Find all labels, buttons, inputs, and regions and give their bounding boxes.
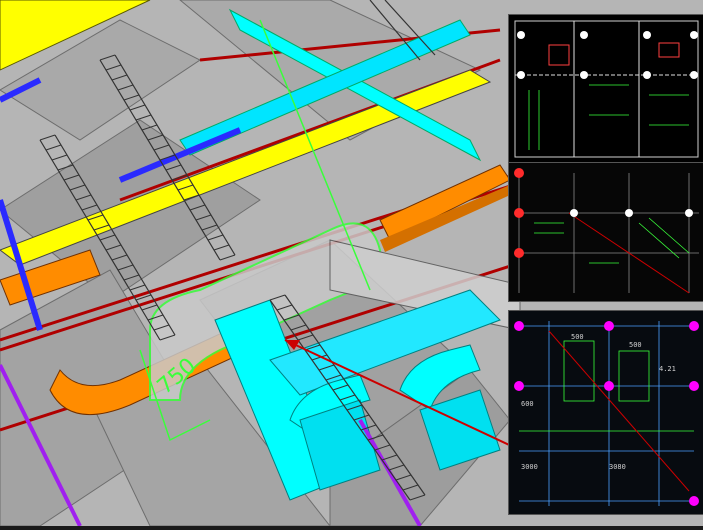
drawing-panel-2[interactable]	[508, 162, 703, 302]
drawing-1-lines	[509, 15, 703, 163]
drawing-panel-3[interactable]: 500 3080 3000 600 500 4.21	[508, 310, 703, 515]
dim-text-5: 500	[629, 341, 642, 349]
dim-text-1: 500	[571, 333, 584, 341]
drawing-panel-1[interactable]	[508, 14, 703, 164]
dim-text-4: 600	[521, 400, 534, 408]
drawing-2-lines	[509, 163, 703, 301]
bim-3d-viewport[interactable]: 750 500 3080 3000 600 500 4.21	[0, 0, 703, 527]
drawing-3-lines: 500 3080 3000 600 500 4.21	[509, 311, 703, 514]
dim-text-6: 4.21	[659, 365, 676, 373]
dim-text-3: 3000	[521, 463, 538, 471]
dim-text-2: 3080	[609, 463, 626, 471]
